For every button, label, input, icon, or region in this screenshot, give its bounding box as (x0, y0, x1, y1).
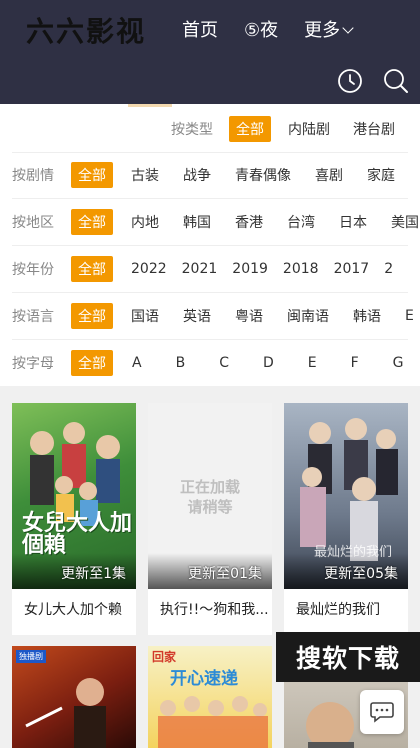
filter-option-year-2017[interactable]: 2017 (334, 261, 370, 277)
filter-option-year-more[interactable]: 2 (384, 261, 393, 277)
filter-option-year-2019[interactable]: 2019 (232, 261, 268, 277)
filter-option-letter-d[interactable]: D (263, 355, 274, 371)
filter-option-letter-e[interactable]: E (308, 355, 317, 371)
update-badge: 更新至01集 (188, 566, 262, 582)
nav-more-label: 更多 (304, 20, 341, 41)
nav-night[interactable]: ⑤夜 (244, 16, 278, 42)
filter-option-region-korea[interactable]: 韩国 (183, 212, 211, 232)
filter-option-region-tw[interactable]: 台湾 (287, 212, 315, 232)
app-header: 六六影视 首页 ⑤夜 更多 (0, 0, 420, 104)
poster-title-text: 女兒大人加個賴 (22, 511, 133, 558)
poster-image: 最灿烂的我们 更新至05集 (284, 403, 408, 589)
nav-home[interactable]: 首页 (182, 16, 218, 42)
filter-row-region: 按地区 全部 内地 韩国 香港 台湾 日本 美国 (0, 199, 420, 245)
filter-option-region-hk[interactable]: 香港 (235, 212, 263, 232)
filter-label-plot: 按剧情 (12, 168, 54, 184)
filter-option-year-2021[interactable]: 2021 (182, 261, 218, 277)
filter-option-plot-all[interactable]: 全部 (71, 162, 113, 188)
filter-option-letter-c[interactable]: C (219, 355, 229, 371)
filter-panel: 按类型 全部 内陆剧 港台剧 按剧情 全部 古装 战争 青春偶像 喜剧 家庭 按… (0, 104, 420, 386)
nav-home-label: 首页 (182, 20, 218, 41)
filter-option-plot-comedy[interactable]: 喜剧 (315, 165, 343, 185)
page: 六六影视 首页 ⑤夜 更多 按类型 全部 内陆剧 港台剧 按剧情 全部 古装 战… (0, 0, 420, 748)
filter-option-language-cantonese[interactable]: 粤语 (235, 306, 263, 326)
nav-more[interactable]: 更多 (304, 16, 354, 42)
update-badge: 更新至05集 (324, 566, 398, 582)
filter-option-type-mainland[interactable]: 内陆剧 (288, 119, 330, 139)
search-icon[interactable] (383, 68, 409, 94)
filter-option-letter-f[interactable]: F (351, 355, 359, 371)
video-card[interactable]: 女兒大人加個賴 更新至1集 女儿大人加个赖 (12, 403, 136, 635)
filter-option-letter-b[interactable]: B (176, 355, 186, 371)
filter-option-plot-youth[interactable]: 青春偶像 (235, 165, 291, 185)
filter-option-letter-a[interactable]: A (132, 355, 142, 371)
filter-option-region-us[interactable]: 美国 (391, 212, 419, 232)
card-title: 最灿烂的我们 (296, 602, 380, 618)
filter-option-year-2022[interactable]: 2022 (131, 261, 167, 277)
video-card[interactable]: 独播剧 (12, 646, 136, 748)
nav-night-label: ⑤夜 (244, 20, 279, 41)
filter-label-year: 按年份 (12, 262, 54, 278)
filter-row-letter: 按字母 全部 A B C D E F G (0, 340, 420, 386)
filter-option-plot-family[interactable]: 家庭 (367, 165, 395, 185)
filter-option-language-english[interactable]: 英语 (183, 306, 211, 326)
filter-row-year: 按年份 全部 2022 2021 2019 2018 2017 2 (0, 246, 420, 292)
filter-label-region: 按地区 (12, 215, 54, 231)
chat-icon (370, 702, 394, 723)
chat-button[interactable] (360, 690, 404, 734)
poster-image: 女兒大人加個賴 更新至1集 (12, 403, 136, 589)
watermark-banner: 搜软下载 (276, 632, 420, 682)
card-title: 执行!!～狗和我... (160, 602, 269, 618)
filter-option-language-korean[interactable]: 韩语 (353, 306, 381, 326)
chevron-down-icon (342, 22, 354, 34)
filter-option-type-all[interactable]: 全部 (229, 116, 271, 142)
update-badge: 更新至1集 (61, 566, 126, 582)
filter-option-letter-all[interactable]: 全部 (71, 350, 113, 376)
filter-option-year-all[interactable]: 全部 (71, 256, 113, 282)
filter-row-language: 按语言 全部 国语 英语 粤语 闽南语 韩语 E (0, 293, 420, 339)
video-card[interactable]: 正在加载 请稍等 更新至01集 执行!!～狗和我... (148, 403, 272, 635)
filter-option-plot-war[interactable]: 战争 (183, 165, 211, 185)
filter-option-language-all[interactable]: 全部 (71, 303, 113, 329)
filter-option-language-minnan[interactable]: 闽南语 (287, 306, 329, 326)
filter-option-region-japan[interactable]: 日本 (339, 212, 367, 232)
filter-option-plot-costume[interactable]: 古装 (131, 165, 159, 185)
filter-label-language: 按语言 (12, 309, 54, 325)
filter-option-language-mandarin[interactable]: 国语 (131, 306, 159, 326)
filter-option-region-all[interactable]: 全部 (71, 209, 113, 235)
app-logo[interactable]: 六六影视 (26, 10, 146, 50)
filter-option-region-mainland[interactable]: 内地 (131, 212, 159, 232)
poster-image: 独播剧 (12, 646, 136, 748)
filter-label-type: 按类型 (171, 122, 213, 138)
loading-line: 正在加载 (179, 478, 240, 496)
loading-line: 请稍等 (187, 498, 233, 516)
filter-row-plot: 按剧情 全部 古装 战争 青春偶像 喜剧 家庭 (0, 152, 420, 198)
filter-row-type: 按类型 全部 内陆剧 港台剧 (0, 106, 420, 152)
history-icon[interactable] (337, 68, 363, 94)
filter-option-type-hktw[interactable]: 港台剧 (353, 119, 395, 139)
filter-option-language-more[interactable]: E (405, 308, 414, 324)
poster-art (158, 696, 268, 748)
poster-image: 回家 开心速递 (148, 646, 272, 748)
video-card[interactable]: 最灿烂的我们 更新至05集 最灿烂的我们 (284, 403, 408, 635)
poster-image: 正在加载 请稍等 更新至01集 (148, 403, 272, 589)
filter-option-year-2018[interactable]: 2018 (283, 261, 319, 277)
card-title: 女儿大人加个赖 (24, 602, 122, 618)
filter-label-letter: 按字母 (12, 356, 54, 372)
video-card[interactable]: 回家 开心速递 (148, 646, 272, 748)
loading-text: 正在加载 请稍等 (148, 477, 272, 517)
filter-option-letter-g[interactable]: G (393, 355, 404, 371)
top-nav: 首页 ⑤夜 更多 (182, 16, 378, 42)
exclusive-badge: 独播剧 (16, 650, 46, 663)
